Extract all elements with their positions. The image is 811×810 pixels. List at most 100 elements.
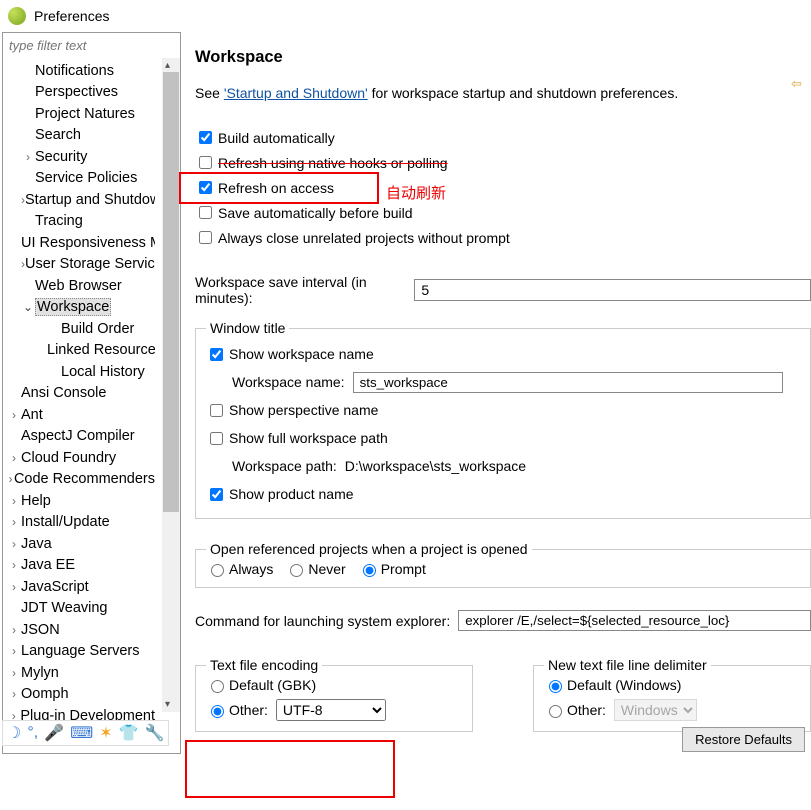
ws-name-input[interactable] [353,372,783,393]
save-auto-checkbox[interactable] [199,206,212,219]
save-interval-label: Workspace save interval (in minutes): [195,274,404,306]
open-ref-prompt-label: Prompt [381,561,426,577]
delimiter-fieldset: New text file line delimiter Default (Wi… [533,657,811,732]
chevron-right-icon[interactable]: › [7,687,21,701]
tree-scrollbar[interactable]: ▴ ▾ [162,58,180,712]
encoding-default-label: Default (GBK) [229,677,316,693]
drops-icon[interactable]: °, [27,724,38,742]
show-full-path-checkbox[interactable] [210,432,223,445]
title-bar: Preferences [0,0,811,32]
spark-icon[interactable]: ✶ [99,723,112,743]
delimiter-other-radio[interactable] [549,705,562,718]
tree-item[interactable]: ›Help [3,490,155,512]
wrench-icon[interactable]: 🔧 [145,723,165,743]
tree-item-label: Web Browser [35,278,122,294]
tree-item[interactable]: ›Security [3,146,155,168]
annotation-text: 自动刷新 [386,182,446,203]
open-ref-never-radio[interactable] [290,564,303,577]
tree-item-label: Java [21,536,52,552]
tree-item[interactable]: Notifications [3,60,155,82]
system-explorer-input[interactable] [458,610,811,631]
window-title-fieldset: Window title Show workspace name Workspa… [195,320,811,519]
close-unrelated-checkbox[interactable] [199,231,212,244]
tree-item[interactable]: Linked Resources [3,340,155,362]
tree-item[interactable]: ›Java EE [3,555,155,577]
back-icon[interactable]: ⇦ [791,76,807,92]
intro-text: See 'Startup and Shutdown' for workspace… [195,85,811,101]
tree-item[interactable]: JDT Weaving [3,598,155,620]
tree-item-label: Ant [21,407,43,423]
tree-item[interactable]: Build Order [3,318,155,340]
chevron-right-icon[interactable]: › [7,472,14,486]
chevron-right-icon[interactable]: › [7,451,21,465]
chevron-right-icon[interactable]: › [7,408,21,422]
tree-item[interactable]: ›Startup and Shutdown [3,189,155,211]
delimiter-default-radio[interactable] [549,680,562,693]
tree-item[interactable]: Tracing [3,211,155,233]
microphone-icon[interactable]: 🎤 [44,723,64,743]
tree-item[interactable]: AspectJ Compiler [3,426,155,448]
tree-item[interactable]: ›Ant [3,404,155,426]
show-ws-name-checkbox[interactable] [210,348,223,361]
preference-tree[interactable]: NotificationsPerspectivesProject Natures… [3,58,155,727]
tree-item[interactable]: ›Java [3,533,155,555]
encoding-other-radio[interactable] [211,705,224,718]
close-unrelated-label: Always close unrelated projects without … [218,230,510,246]
encoding-other-select[interactable]: UTF-8 [276,699,386,721]
delimiter-other-select[interactable]: Windows [614,699,697,721]
chevron-right-icon[interactable]: › [7,537,21,551]
delimiter-legend: New text file line delimiter [544,657,711,673]
tree-item[interactable]: ›Mylyn [3,662,155,684]
tree-item[interactable]: Perspectives [3,82,155,104]
shirt-icon[interactable]: 👕 [119,723,139,743]
refresh-on-access-checkbox[interactable] [199,181,212,194]
build-automatically-checkbox[interactable] [199,131,212,144]
tree-item[interactable]: ›Cloud Foundry [3,447,155,469]
chevron-right-icon[interactable]: › [7,558,21,572]
tree-item[interactable]: UI Responsiveness Monitoring [3,232,155,254]
chevron-right-icon[interactable]: › [7,515,21,529]
tree-item[interactable]: ›Oomph [3,684,155,706]
chevron-right-icon[interactable]: › [7,494,21,508]
restore-defaults-button[interactable]: Restore Defaults [682,727,805,752]
chevron-right-icon[interactable]: › [7,580,21,594]
open-ref-always-radio[interactable] [211,564,224,577]
tree-item[interactable]: ›Code Recommenders [3,469,155,491]
tree-item[interactable]: ›Language Servers [3,641,155,663]
tree-item-label: UI Responsiveness Monitoring [21,235,155,251]
scrollbar-thumb[interactable] [163,72,179,512]
chevron-right-icon[interactable]: › [7,623,21,637]
tree-item[interactable]: Local History [3,361,155,383]
refresh-native-checkbox[interactable] [199,156,212,169]
tree-item[interactable]: ⌄Workspace [3,297,155,319]
encoding-default-radio[interactable] [211,680,224,693]
filter-input[interactable] [3,33,180,58]
tree-item[interactable]: Ansi Console [3,383,155,405]
tree-item-label: Service Policies [35,170,137,186]
show-perspective-checkbox[interactable] [210,404,223,417]
chevron-right-icon[interactable]: › [21,150,35,164]
save-interval-input[interactable] [414,279,811,301]
show-product-checkbox[interactable] [210,488,223,501]
tree-item[interactable]: Project Natures [3,103,155,125]
open-ref-prompt-radio[interactable] [363,564,376,577]
chevron-right-icon[interactable]: › [7,644,21,658]
chevron-right-icon[interactable]: › [7,666,21,680]
tree-item[interactable]: ›User Storage Service [3,254,155,276]
tree-item-label: Linked Resources [47,342,155,358]
show-ws-name-label: Show workspace name [229,346,374,362]
startup-shutdown-link[interactable]: 'Startup and Shutdown' [224,85,368,101]
scroll-down-icon[interactable]: ▾ [165,699,170,710]
chevron-down-icon[interactable]: ⌄ [21,300,35,314]
keyboard-icon[interactable]: ⌨ [70,723,93,743]
scroll-up-icon[interactable]: ▴ [165,60,170,71]
intro-post: for workspace startup and shutdown prefe… [368,85,679,101]
tree-item[interactable]: Search [3,125,155,147]
moon-icon[interactable]: ☽ [7,723,21,743]
tree-item[interactable]: ›Install/Update [3,512,155,534]
tree-item[interactable]: Web Browser [3,275,155,297]
tree-item[interactable]: ›JSON [3,619,155,641]
tree-item[interactable]: ›JavaScript [3,576,155,598]
open-referenced-legend: Open referenced projects when a project … [206,541,532,557]
tree-item[interactable]: Service Policies [3,168,155,190]
